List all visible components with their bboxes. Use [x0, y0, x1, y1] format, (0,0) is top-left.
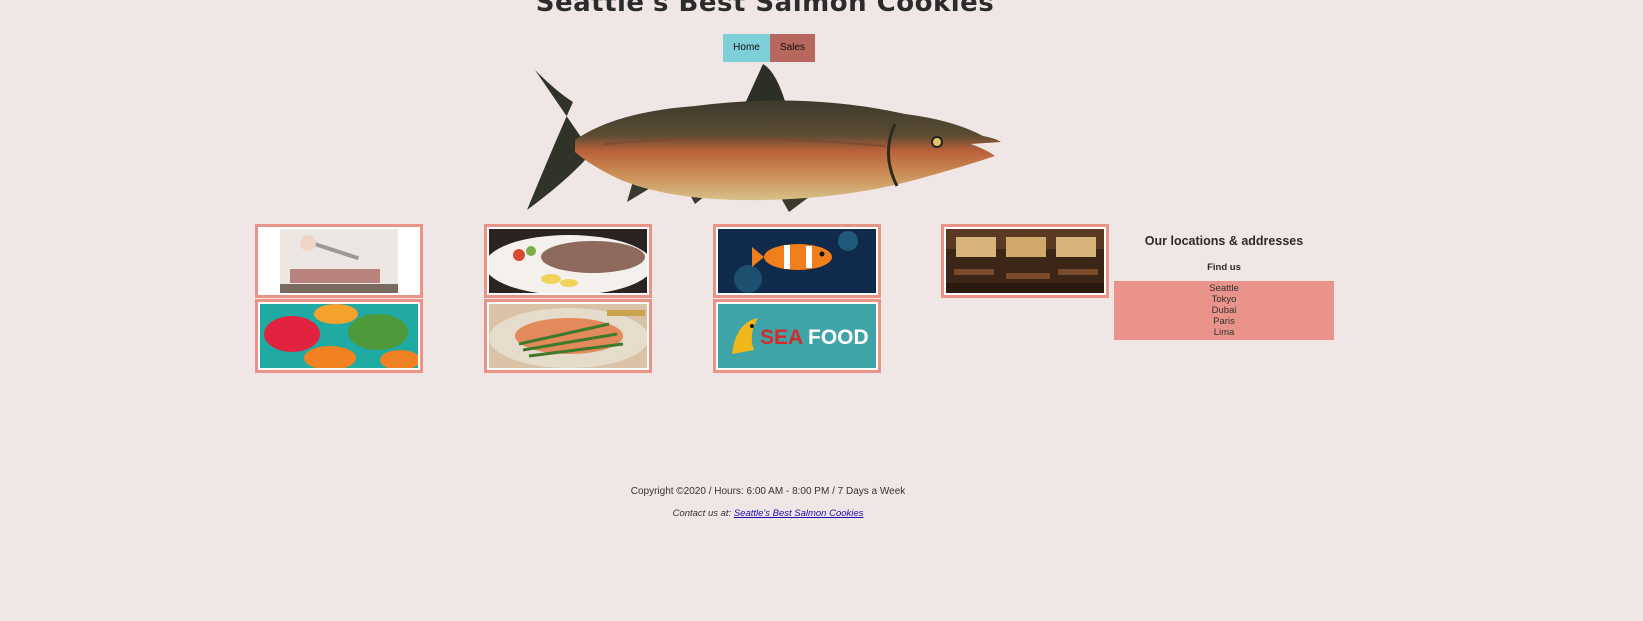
list-item: Dubai: [1211, 305, 1237, 316]
gallery-tile-fish-cookies: [255, 299, 423, 373]
copyright-text: Copyright ©2020 / Hours: 6:00 AM - 8:00 …: [630, 486, 906, 497]
gallery-tile-salmon-slicing: [255, 224, 423, 298]
grilled-fish-plate-image: [489, 229, 647, 293]
gallery-tile-clownfish: [713, 224, 881, 298]
page-title: Seattle's Best Salmon Cookies: [535, 0, 995, 18]
seafood-logo-food-text: FOOD: [808, 326, 869, 349]
locations-panel: Our locations & addresses Find us Seattl…: [1114, 232, 1334, 340]
salmon-body: [575, 100, 1001, 201]
nav-home-link[interactable]: Home: [723, 34, 770, 62]
list-item: Tokyo: [1211, 294, 1237, 305]
salmon-fillet-slicing-image: [260, 229, 418, 293]
fish-shaped-cookies-image: [260, 304, 418, 368]
main-nav: Home Sales: [723, 34, 815, 62]
gallery-tile-restaurant: [941, 224, 1109, 298]
gallery-tile-seafood-logo: SEA FOOD: [713, 299, 881, 373]
city-list: Seattle Tokyo Dubai Paris Lima: [1114, 281, 1334, 340]
salmon-eye: [931, 136, 943, 148]
list-item: Paris: [1213, 316, 1235, 327]
gallery-tile-salmon-dish: [484, 299, 652, 373]
locations-heading: Our locations & addresses: [1144, 234, 1304, 248]
list-item: Lima: [1213, 327, 1235, 338]
page-footer: Copyright ©2020 / Hours: 6:00 AM - 8:00 …: [0, 486, 1536, 519]
salmon-hero-image: [527, 64, 1001, 212]
restaurant-interior-image: [946, 229, 1104, 293]
seafood-logo-image: SEA FOOD: [718, 304, 876, 368]
find-us-heading: Find us: [1207, 262, 1241, 273]
seafood-logo-sea-text: SEA: [760, 326, 803, 349]
gallery-tile-grilled-fish: [484, 224, 652, 298]
contact-prefix: Contact us at:: [672, 508, 732, 519]
contact-link[interactable]: Seattle's Best Salmon Cookies: [734, 508, 864, 519]
contact-line: Contact us at: Seattle's Best Salmon Coo…: [0, 508, 1536, 519]
clownfish-image: [718, 229, 876, 293]
list-item: Seattle: [1209, 283, 1239, 294]
nav-sales-link[interactable]: Sales: [770, 34, 815, 62]
salmon-dish-image: [489, 304, 647, 368]
